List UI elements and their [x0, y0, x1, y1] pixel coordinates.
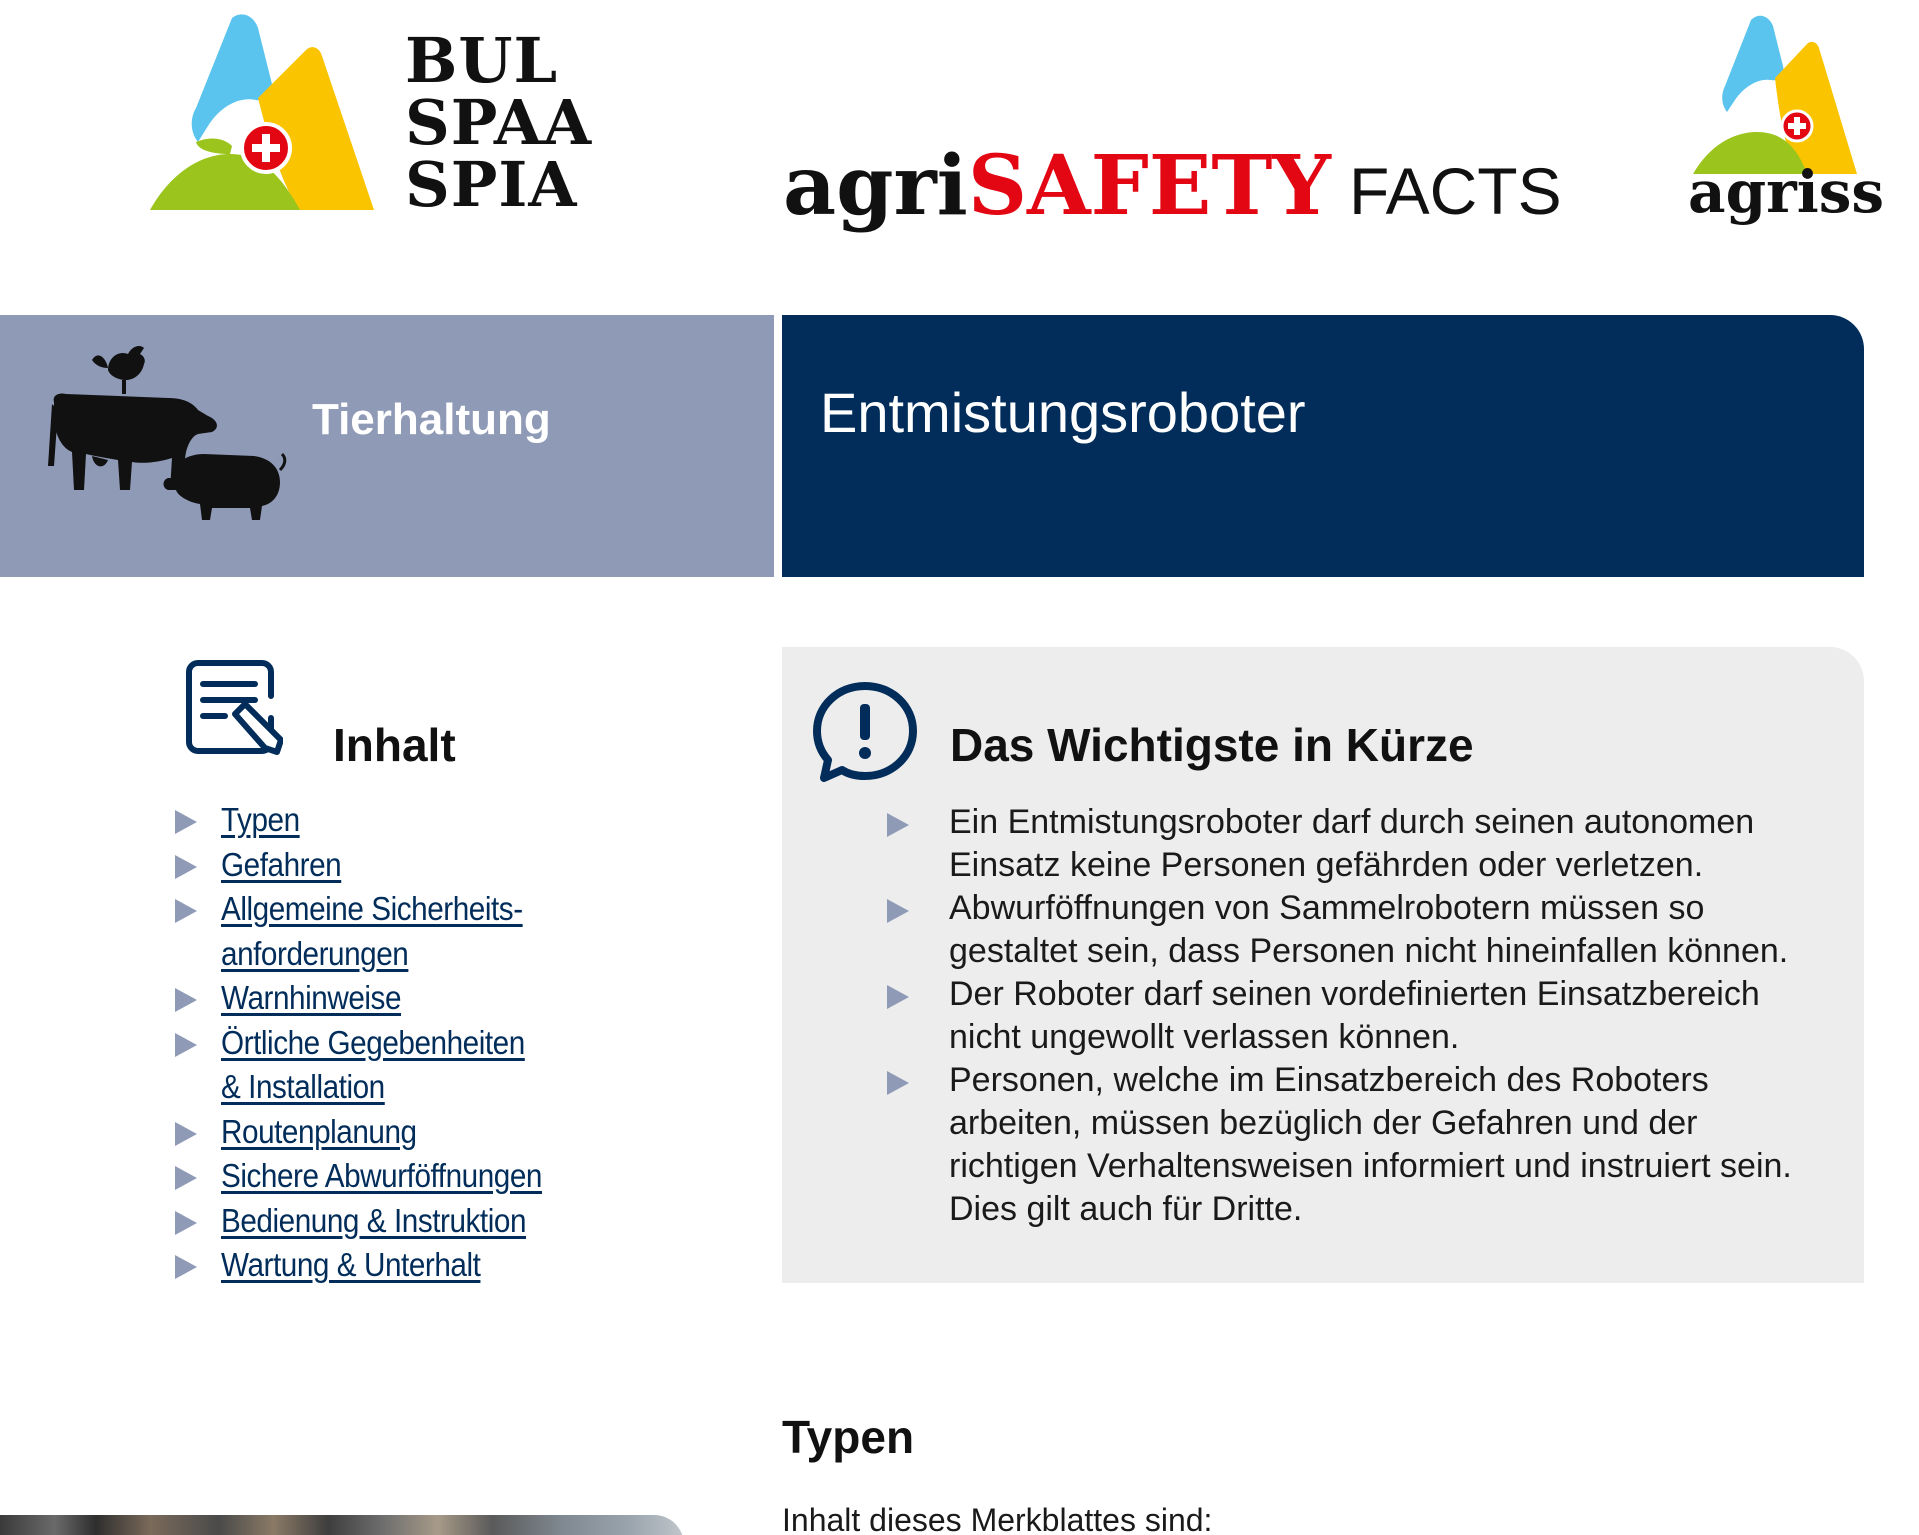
agriss-wordmark: agriss: [1688, 158, 1885, 226]
toc-link[interactable]: Wartung & Unterhalt: [221, 1243, 481, 1288]
toc-link[interactable]: Routenplanung: [221, 1110, 417, 1155]
toc-link-text: Wartung & Unterhalt: [221, 1246, 481, 1283]
spia-line: SPIA: [405, 148, 578, 221]
bullet-arrow-icon: [175, 1110, 221, 1155]
toc-item: Wartung & Unterhalt: [175, 1243, 735, 1288]
types-heading: Typen: [782, 1411, 915, 1463]
summary-line: Personen, welche im Einsatzbereich des R…: [949, 1061, 1709, 1099]
toc-link-text: Örtliche Gegebenheiten: [221, 1023, 525, 1061]
safety-text: SAFETY: [967, 138, 1331, 234]
toc-link-text: Warnhinweise: [221, 979, 402, 1016]
summary-heading: Das Wichtigste in Kürze: [950, 719, 1474, 771]
toc-item: Warnhinweise: [175, 976, 735, 1021]
toc-item: Bedienung & Instruktion: [175, 1199, 735, 1244]
summary-item-text: Ein Entmistungsroboter darf durch seinen…: [949, 801, 1754, 887]
bul-logo-icon: [150, 14, 374, 210]
toc-link[interactable]: Warnhinweise: [221, 976, 401, 1021]
toc-item: Sichere Abwurföffnungen: [175, 1154, 735, 1199]
summary-list: Ein Entmistungsroboter darf durch seinen…: [887, 801, 1837, 1231]
toc-link-text: Gefahren: [221, 845, 342, 883]
toc-link-text-line2: anforderungen: [221, 934, 409, 972]
category-label: Tierhaltung: [312, 395, 551, 444]
summary-item: Personen, welche im Einsatzbereich des R…: [887, 1059, 1837, 1231]
table-of-contents: Typen Gefahren Allgemeine Sicherheits-anfo…: [175, 798, 735, 1288]
alert-speech-icon: [813, 682, 917, 782]
summary-line: Einsatz keine Personen gefährden oder ve…: [949, 846, 1704, 884]
toc-link-text: Allgemeine Sicherheits-: [221, 890, 523, 927]
bullet-arrow-icon: [175, 1154, 221, 1199]
summary-item-text: Abwurföffnungen von Sammelrobotern müsse…: [949, 887, 1788, 973]
bullet-arrow-icon: [887, 1059, 949, 1102]
agri-text: agri: [783, 138, 968, 234]
bullet-arrow-icon: [175, 1243, 221, 1288]
toc-item: Allgemeine Sicherheits-anforderungen: [175, 887, 735, 976]
agrisafety-facts-title: agriSAFETY FACTS: [783, 138, 1562, 234]
bullet-arrow-icon: [887, 887, 949, 930]
types-intro: Inhalt dieses Merkblattes sind:: [782, 1502, 1213, 1535]
spaa-line: SPAA: [405, 86, 593, 159]
toc-item: Gefahren: [175, 843, 735, 888]
title-panel: [782, 315, 1864, 577]
toc-link-text: Routenplanung: [221, 1112, 417, 1150]
toc-item: Typen: [175, 798, 735, 843]
bullet-arrow-icon: [175, 976, 221, 1021]
document-edit-icon: [186, 660, 283, 755]
summary-line: nicht ungewollt verlassen können.: [949, 1018, 1460, 1056]
bul-line: BUL: [405, 24, 559, 97]
summary-item: Der Roboter darf seinen vordefinierten E…: [887, 973, 1837, 1059]
bullet-arrow-icon: [175, 798, 221, 843]
summary-item-text: Personen, welche im Einsatzbereich des R…: [949, 1059, 1792, 1231]
bul-spaa-spia-wordmark: BUL SPAA SPIA: [405, 30, 592, 216]
toc-link-text: Sichere Abwurföffnungen: [221, 1157, 542, 1194]
summary-line: Abwurföffnungen von Sammelrobotern müsse…: [949, 889, 1705, 927]
animals-icon: [48, 346, 287, 520]
toc-link-text: Bedienung & Instruktion: [221, 1201, 527, 1239]
bullet-arrow-icon: [175, 887, 221, 932]
contents-heading: Inhalt: [333, 719, 456, 771]
bullet-arrow-icon: [175, 843, 221, 888]
toc-item: Routenplanung: [175, 1110, 735, 1155]
toc-link[interactable]: Allgemeine Sicherheits-anforderungen: [221, 887, 523, 976]
bullet-arrow-icon: [887, 973, 949, 1016]
summary-line: Der Roboter darf seinen vordefinierten E…: [949, 975, 1760, 1013]
toc-link[interactable]: Sichere Abwurföffnungen: [221, 1154, 542, 1199]
toc-link-text-line2: & Installation: [221, 1068, 385, 1105]
toc-link[interactable]: Örtliche Gegebenheiten & Installation: [221, 1021, 525, 1110]
bullet-arrow-icon: [175, 1021, 221, 1066]
toc-link[interactable]: Typen: [221, 798, 300, 843]
toc-link-text: Typen: [221, 801, 300, 838]
page-title: Entmistungsroboter: [820, 381, 1306, 444]
facts-text: FACTS: [1348, 154, 1562, 228]
summary-line: gestaltet sein, dass Personen nicht hine…: [949, 932, 1789, 970]
bullet-arrow-icon: [887, 801, 949, 844]
toc-link[interactable]: Bedienung & Instruktion: [221, 1199, 526, 1244]
toc-item: Örtliche Gegebenheiten & Installation: [175, 1021, 735, 1110]
summary-line: arbeiten, müssen bezüglich der Gefahren …: [949, 1104, 1698, 1142]
summary-line: Ein Entmistungsroboter darf durch seinen…: [949, 803, 1755, 841]
summary-line: Dies gilt auch für Dritte.: [949, 1190, 1303, 1228]
summary-item-text: Der Roboter darf seinen vordefinierten E…: [949, 973, 1760, 1059]
robot-photo: [0, 1515, 684, 1535]
summary-line: richtigen Verhaltensweisen informiert un…: [949, 1147, 1792, 1185]
agriss-logo-icon: [1693, 15, 1857, 174]
summary-item: Abwurföffnungen von Sammelrobotern müsse…: [887, 887, 1837, 973]
toc-link[interactable]: Gefahren: [221, 843, 342, 888]
summary-item: Ein Entmistungsroboter darf durch seinen…: [887, 801, 1837, 887]
bullet-arrow-icon: [175, 1199, 221, 1244]
